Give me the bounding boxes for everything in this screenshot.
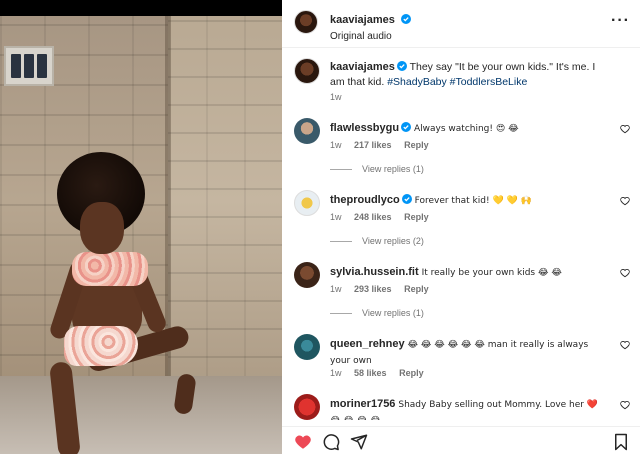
view-replies-label: View replies (1) — [362, 164, 424, 174]
author-username[interactable]: kaaviajames — [330, 14, 395, 26]
wall-vent — [4, 46, 54, 86]
comment-likes[interactable]: 58 likes — [354, 368, 387, 378]
post-media[interactable] — [0, 0, 282, 454]
author-avatar[interactable] — [294, 10, 318, 34]
comment-username[interactable]: queen_rehney — [330, 338, 405, 350]
comment-text: moriner1756 Shady Baby selling out Mommy… — [330, 397, 600, 420]
view-replies-label: View replies (1) — [362, 308, 424, 318]
caption-avatar[interactable] — [294, 58, 320, 84]
caption-username[interactable]: kaaviajames — [330, 61, 395, 73]
heart-icon[interactable] — [620, 124, 630, 134]
view-replies-label: View replies (2) — [362, 236, 424, 246]
commenter-avatar[interactable] — [294, 394, 320, 420]
replies-divider — [330, 168, 352, 170]
child-face — [80, 202, 124, 254]
comment-text: queen_rehney 😂 😂 😂 😂 😂 😂 man it really i… — [330, 337, 600, 369]
audio-label[interactable]: Original audio — [330, 31, 411, 42]
comment-text: theproudlyco Forever that kid! 💛 💛 🙌 — [330, 193, 610, 209]
post-video[interactable] — [0, 16, 282, 454]
commenter-avatar[interactable] — [294, 190, 320, 216]
comments-list[interactable]: kaaviajames They say "It be your own kid… — [282, 48, 640, 420]
reply-button[interactable]: Reply — [404, 212, 429, 222]
verified-icon — [401, 194, 412, 204]
comment-meta: 1w 217 likes Reply — [330, 140, 439, 150]
caption-time[interactable]: 1w — [330, 92, 342, 102]
caption-hashtags[interactable]: #ShadyBaby #ToddlersBeLike — [387, 76, 527, 88]
comment-username[interactable]: moriner1756 — [330, 398, 395, 410]
view-replies-button[interactable]: View replies (1) — [330, 308, 424, 318]
author-info: kaaviajames Original audio — [330, 10, 412, 42]
reply-button[interactable]: Reply — [404, 284, 429, 294]
comment-meta: 1w 58 likes Reply — [330, 368, 434, 378]
more-icon[interactable]: ··· — [611, 12, 630, 30]
comment-meta: 1w 248 likes Reply — [330, 212, 439, 222]
comment-time[interactable]: 1w — [330, 368, 342, 378]
comment-body: Forever that kid! 💛 💛 🙌 — [414, 196, 532, 206]
reply-button[interactable]: Reply — [399, 368, 424, 378]
comment-text: sylvia.hussein.fit It really be your own… — [330, 265, 610, 281]
post-panel: kaaviajames Original audio ··· kaaviajam… — [282, 0, 640, 454]
verified-icon — [396, 61, 407, 71]
save-icon[interactable] — [612, 433, 630, 451]
share-icon[interactable] — [350, 433, 368, 451]
commenter-avatar[interactable] — [294, 118, 320, 144]
verified-icon — [401, 122, 412, 132]
commenter-avatar[interactable] — [294, 334, 320, 360]
caption-text: kaaviajames They say "It be your own kid… — [330, 60, 610, 90]
comment-time[interactable]: 1w — [330, 140, 342, 150]
reply-button[interactable]: Reply — [404, 140, 429, 150]
replies-divider — [330, 240, 352, 242]
view-replies-button[interactable]: View replies (2) — [330, 236, 424, 246]
commenter-avatar[interactable] — [294, 262, 320, 288]
comment-time[interactable]: 1w — [330, 284, 342, 294]
heart-icon[interactable] — [620, 196, 630, 206]
comment-body: Always watching! 😍 😂 — [414, 124, 519, 134]
comment-username[interactable]: sylvia.hussein.fit — [330, 266, 419, 278]
post-header: kaaviajames Original audio ··· — [282, 0, 640, 48]
comment-username[interactable]: flawlessbygu — [330, 122, 399, 134]
comment-time[interactable]: 1w — [330, 212, 342, 222]
comment-text: flawlessbygu Always watching! 😍 😂 — [330, 121, 610, 137]
verified-icon — [401, 14, 412, 24]
comment-likes[interactable]: 217 likes — [354, 140, 392, 150]
swimsuit-bottom — [64, 326, 138, 366]
floor — [0, 376, 282, 454]
comment-likes[interactable]: 248 likes — [354, 212, 392, 222]
caption-meta: 1w — [330, 92, 352, 102]
heart-icon[interactable] — [620, 340, 630, 350]
comment-body: It really be your own kids 😂 😂 — [421, 268, 562, 278]
heart-icon[interactable] — [620, 268, 630, 278]
action-bar — [282, 426, 640, 454]
comment-likes[interactable]: 293 likes — [354, 284, 392, 294]
view-replies-button[interactable]: View replies (1) — [330, 164, 424, 174]
replies-divider — [330, 312, 352, 314]
comment-icon[interactable] — [322, 433, 340, 451]
comment-meta: 1w 293 likes Reply — [330, 284, 439, 294]
like-icon[interactable] — [294, 433, 312, 451]
swimsuit-top — [72, 252, 148, 286]
heart-icon[interactable] — [620, 400, 630, 410]
comment-username[interactable]: theproudlyco — [330, 194, 400, 206]
